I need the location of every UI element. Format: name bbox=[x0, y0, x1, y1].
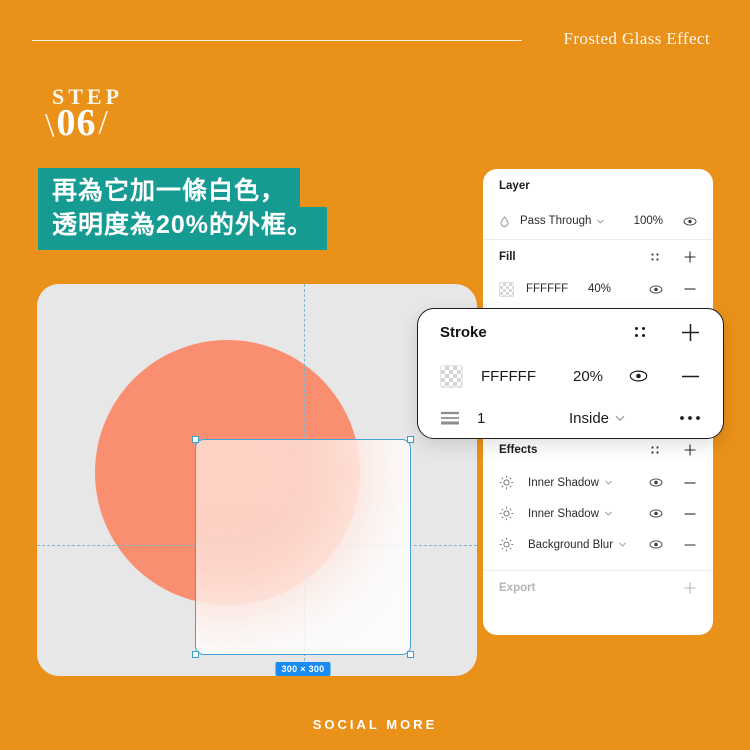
stroke-weight-value[interactable]: 1 bbox=[477, 410, 569, 427]
effect-sun-icon bbox=[499, 475, 514, 490]
stroke-hex-value[interactable]: FFFFFF bbox=[481, 368, 573, 385]
chevron-down-icon[interactable] bbox=[604, 478, 613, 487]
effect-name[interactable]: Inner Shadow bbox=[528, 477, 599, 489]
step-number: 06 bbox=[56, 102, 97, 144]
stroke-visibility-eye-icon[interactable] bbox=[629, 369, 648, 383]
export-row[interactable]: Export bbox=[483, 571, 713, 605]
layer-title: Layer bbox=[499, 180, 530, 192]
stroke-section-header: Stroke bbox=[418, 309, 723, 355]
style-grid-icon[interactable] bbox=[649, 251, 661, 263]
effects-style-grid-icon[interactable] bbox=[649, 444, 661, 456]
remove-effect-icon[interactable] bbox=[683, 507, 697, 521]
footer-brand: SOCIAL MORE bbox=[312, 717, 438, 732]
chevron-down-icon[interactable] bbox=[614, 412, 626, 424]
header-rule bbox=[32, 40, 522, 41]
design-canvas[interactable]: 300 × 300 bbox=[37, 284, 477, 676]
fill-hex-value[interactable]: FFFFFF bbox=[526, 283, 588, 295]
effect-visibility-eye-icon[interactable] bbox=[649, 539, 663, 550]
stroke-more-options-icon[interactable] bbox=[679, 414, 701, 422]
visibility-eye-icon[interactable] bbox=[683, 216, 697, 227]
callout-line-2: 透明度為20%的外框。 bbox=[38, 206, 328, 250]
callout-box: 再為它加一條白色， 透明度為20%的外框。 bbox=[38, 168, 328, 250]
stroke-style-grid-icon[interactable] bbox=[632, 324, 648, 340]
layer-section-header: Layer bbox=[483, 169, 713, 203]
layer-blend-row[interactable]: Pass Through 100% bbox=[483, 203, 713, 239]
fill-opacity-value[interactable]: 40% bbox=[588, 283, 611, 295]
fill-section-header: Fill bbox=[483, 240, 713, 274]
effect-row[interactable]: Inner Shadow bbox=[483, 467, 713, 498]
blend-mode-value[interactable]: Pass Through bbox=[520, 215, 591, 227]
fill-color-swatch[interactable] bbox=[499, 281, 514, 297]
add-fill-icon[interactable] bbox=[683, 250, 697, 264]
effect-name[interactable]: Background Blur bbox=[528, 539, 613, 551]
blend-mode-icon bbox=[499, 215, 510, 227]
layer-opacity-value[interactable]: 100% bbox=[634, 215, 663, 227]
page-title: Frosted Glass Effect bbox=[563, 29, 710, 48]
remove-fill-icon[interactable] bbox=[683, 282, 697, 296]
resize-handle-bottom-left[interactable] bbox=[192, 651, 199, 658]
callout-line-1: 再為它加一條白色， bbox=[38, 168, 301, 211]
stroke-weight-icon[interactable] bbox=[440, 410, 461, 426]
add-effect-icon[interactable] bbox=[683, 443, 697, 457]
stroke-align-value[interactable]: Inside bbox=[569, 410, 609, 427]
fill-visibility-eye-icon[interactable] bbox=[649, 284, 663, 295]
fill-row[interactable]: FFFFFF 40% bbox=[483, 274, 713, 304]
resize-handle-bottom-right[interactable] bbox=[407, 651, 414, 658]
chevron-down-icon[interactable] bbox=[596, 217, 605, 226]
slash-left-icon: \ bbox=[45, 107, 55, 144]
chevron-down-icon[interactable] bbox=[618, 540, 627, 549]
effect-name[interactable]: Inner Shadow bbox=[528, 508, 599, 520]
resize-handle-top-left[interactable] bbox=[192, 436, 199, 443]
selection-box[interactable]: 300 × 300 bbox=[192, 436, 414, 676]
stroke-opacity-value[interactable]: 20% bbox=[573, 368, 603, 385]
add-export-icon[interactable] bbox=[683, 581, 697, 595]
remove-stroke-icon[interactable] bbox=[680, 366, 701, 387]
effect-visibility-eye-icon[interactable] bbox=[649, 508, 663, 519]
slash-right-icon: / bbox=[98, 104, 108, 141]
poster-root: Frosted Glass Effect STEP \ 06 / 再為它加一條白… bbox=[0, 0, 750, 750]
step-number-group: \ 06 / bbox=[45, 102, 108, 144]
export-title: Export bbox=[499, 582, 536, 594]
stroke-color-row[interactable]: FFFFFF 20% bbox=[418, 355, 723, 397]
remove-effect-icon[interactable] bbox=[683, 538, 697, 552]
stroke-weight-row[interactable]: 1 Inside bbox=[418, 397, 723, 439]
dimension-badge: 300 × 300 bbox=[275, 662, 331, 676]
effect-row[interactable]: Background Blur bbox=[483, 529, 713, 560]
effect-sun-icon bbox=[499, 506, 514, 521]
effect-visibility-eye-icon[interactable] bbox=[649, 477, 663, 488]
remove-effect-icon[interactable] bbox=[683, 476, 697, 490]
fill-title: Fill bbox=[499, 251, 516, 263]
effects-title: Effects bbox=[499, 444, 538, 456]
stroke-panel-card: Stroke FFFFFF 20% 1 Inside bbox=[417, 308, 724, 439]
add-stroke-icon[interactable] bbox=[680, 322, 701, 343]
resize-handle-top-right[interactable] bbox=[407, 436, 414, 443]
stroke-title: Stroke bbox=[440, 323, 487, 341]
effect-row[interactable]: Inner Shadow bbox=[483, 498, 713, 529]
chevron-down-icon[interactable] bbox=[604, 509, 613, 518]
effect-sun-icon bbox=[499, 537, 514, 552]
stroke-color-swatch[interactable] bbox=[440, 364, 463, 388]
